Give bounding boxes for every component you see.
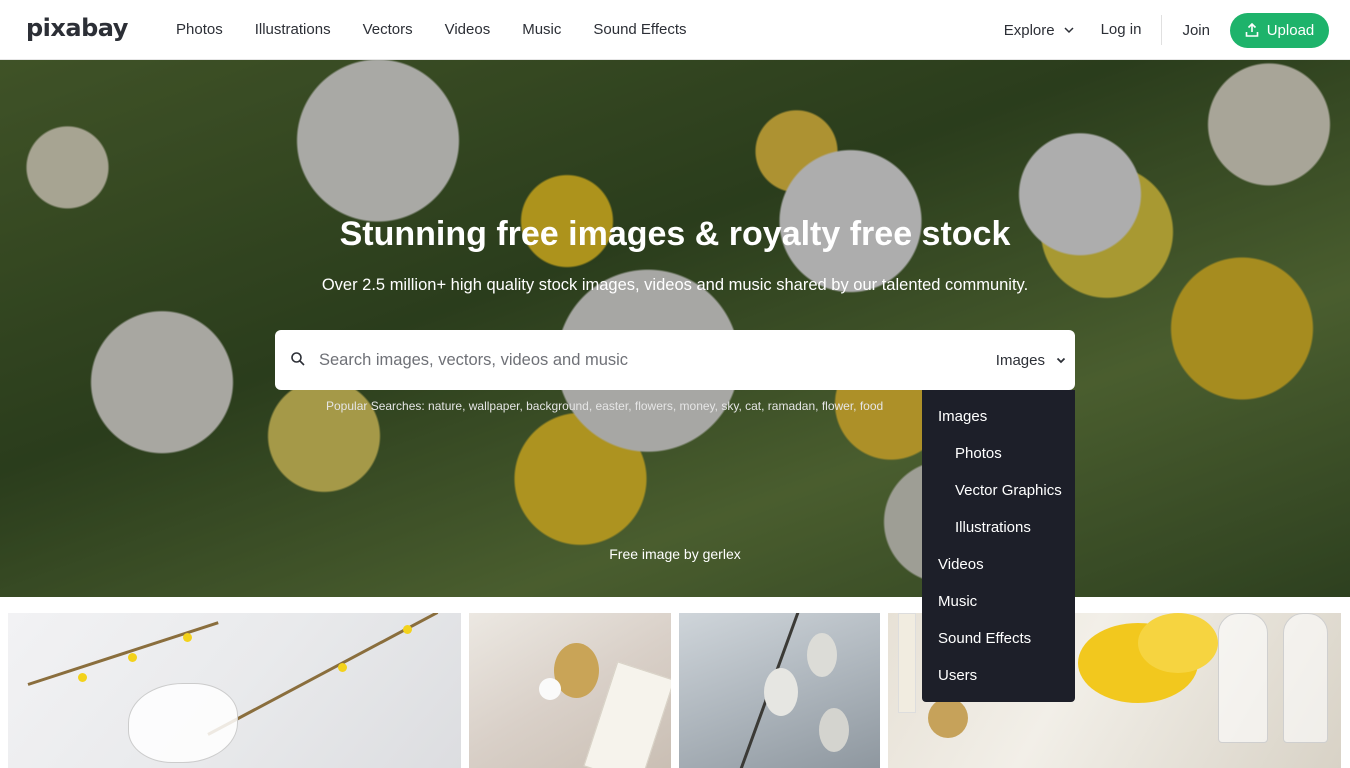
nav-sound-effects[interactable]: Sound Effects	[577, 0, 702, 60]
upload-label: Upload	[1266, 21, 1315, 39]
chevron-down-icon	[1064, 27, 1074, 34]
account-nav: Explore Log in Join Upload	[1004, 0, 1329, 60]
image-thumbnail[interactable]	[469, 613, 671, 768]
dropdown-item-videos[interactable]: Videos	[922, 547, 1075, 584]
search-bar: Images	[275, 330, 1075, 390]
nav-vectors[interactable]: Vectors	[347, 0, 429, 60]
dropdown-item-images[interactable]: Images	[922, 399, 1075, 436]
search-icon[interactable]	[290, 351, 306, 367]
hero-banner: Stunning free images & royalty free stoc…	[0, 60, 1350, 597]
nav-music[interactable]: Music	[506, 0, 577, 60]
upload-icon	[1245, 23, 1259, 37]
search-type-select[interactable]: Images	[996, 330, 1067, 390]
image-thumbnail[interactable]	[679, 613, 880, 768]
dropdown-item-illustrations[interactable]: Illustrations	[922, 510, 1075, 547]
site-header: pixabay Photos Illustrations Vectors Vid…	[0, 0, 1350, 60]
main-nav: Photos Illustrations Vectors Videos Musi…	[160, 0, 703, 60]
hero-title: Stunning free images & royalty free stoc…	[339, 215, 1011, 253]
search-type-dropdown: Images Photos Vector Graphics Illustrati…	[922, 390, 1075, 702]
image-grid	[0, 613, 1350, 768]
login-link[interactable]: Log in	[1101, 15, 1163, 45]
nav-illustrations[interactable]: Illustrations	[239, 0, 347, 60]
dropdown-item-users[interactable]: Users	[922, 658, 1075, 695]
explore-label: Explore	[1003, 21, 1055, 39]
dropdown-item-sound-effects[interactable]: Sound Effects	[922, 621, 1075, 658]
dropdown-item-vector-graphics[interactable]: Vector Graphics	[922, 473, 1075, 510]
pixabay-logo[interactable]: pixabay	[26, 14, 128, 42]
search-type-label: Images	[995, 351, 1045, 369]
dropdown-item-photos[interactable]: Photos	[922, 436, 1075, 473]
image-thumbnail[interactable]	[8, 613, 461, 768]
upload-button[interactable]: Upload	[1230, 12, 1329, 48]
nav-photos[interactable]: Photos	[160, 0, 239, 60]
chevron-down-icon	[1056, 357, 1066, 364]
dropdown-item-music[interactable]: Music	[922, 584, 1075, 621]
image-credit[interactable]: Free image by gerlex	[0, 546, 1350, 562]
nav-videos[interactable]: Videos	[429, 0, 507, 60]
search-input[interactable]	[319, 330, 959, 390]
join-link[interactable]: Join	[1182, 22, 1210, 39]
hero-subtitle: Over 2.5 million+ high quality stock ima…	[321, 276, 1029, 294]
popular-searches[interactable]: Popular Searches: nature, wallpaper, bac…	[326, 399, 926, 413]
explore-menu[interactable]: Explore	[1004, 22, 1075, 39]
